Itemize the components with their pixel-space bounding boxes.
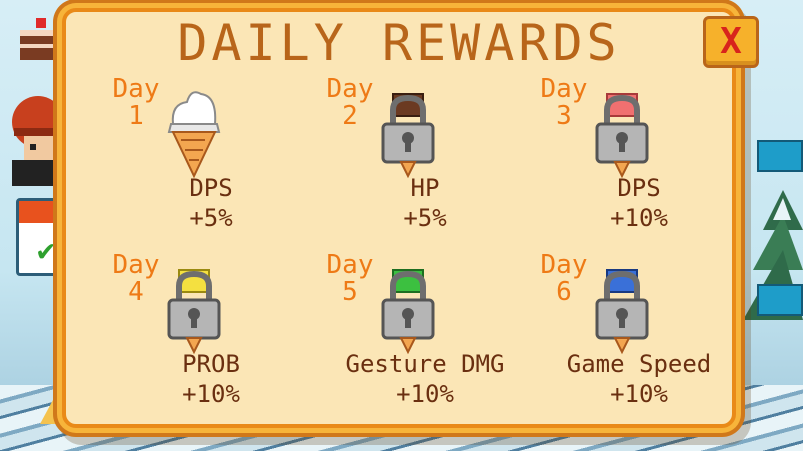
reward-bonus: +10% [610, 204, 668, 232]
reward-day-1[interactable]: Day 1 DPS +5% [106, 76, 316, 246]
reward-stat: PROB [182, 350, 240, 378]
pipe-decoration [757, 140, 803, 172]
day-label: Day 2 [326, 74, 374, 131]
close-button[interactable]: X [703, 16, 759, 68]
day-label: Day 6 [540, 250, 588, 307]
padlock-icon [381, 269, 435, 355]
reward-stat: DPS [189, 174, 233, 202]
daily-rewards-dialog: DAILY REWARDS Day 1 DPS +5% Day 2 HP +5%… [62, 8, 736, 428]
padlock-icon [167, 269, 221, 355]
reward-stat: Game Speed [566, 350, 712, 378]
reward-day-5[interactable]: Day 5 Gesture DMG +10% [320, 252, 530, 422]
padlock-icon [595, 269, 649, 355]
reward-bonus: +10% [182, 380, 240, 408]
dialog-title: DAILY REWARDS [177, 14, 621, 72]
day-label: Day 4 [112, 250, 160, 307]
padlock-icon [381, 93, 435, 179]
reward-stat: DPS [617, 174, 661, 202]
day-label: Day 3 [540, 74, 588, 131]
reward-day-2[interactable]: Day 2 HP +5% [320, 76, 530, 246]
reward-day-4[interactable]: Day 4 PROB +10% [106, 252, 316, 422]
reward-bonus: +10% [396, 380, 454, 408]
padlock-icon [595, 93, 649, 179]
ice-cream-cone-icon [167, 91, 221, 179]
reward-bonus: +10% [610, 380, 668, 408]
reward-day-6[interactable]: Day 6 Game Speed +10% [534, 252, 744, 422]
reward-day-3[interactable]: Day 3 DPS +10% [534, 76, 744, 246]
day-label: Day 1 [112, 74, 160, 131]
reward-stat: Gesture DMG [345, 350, 505, 378]
character-icon [12, 96, 64, 186]
cake-icon [20, 18, 64, 60]
reward-stat: HP [410, 174, 440, 202]
day-label: Day 5 [326, 250, 374, 307]
close-icon: X [720, 21, 742, 62]
reward-bonus: +5% [403, 204, 447, 232]
pipe-decoration [757, 284, 803, 316]
reward-bonus: +5% [189, 204, 233, 232]
